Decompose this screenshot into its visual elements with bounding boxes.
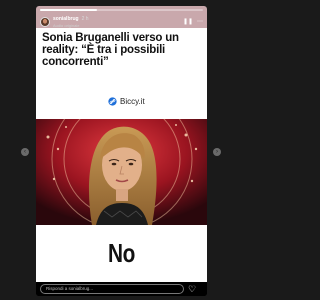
username[interactable]: sonialbrug [53,16,79,22]
article-photo [36,119,207,225]
brand-name: Biccy.it [120,97,145,106]
brand-logo[interactable]: Biccy.it [108,97,145,106]
story-time: 2 h [81,16,89,22]
avatar[interactable] [40,17,50,27]
previous-story-button[interactable]: ‹ [21,148,29,156]
user-meta: sonialbrug 2 h Audio originale [53,16,89,28]
more-options-icon[interactable]: ⋯ [197,19,203,25]
link-icon [108,97,117,106]
heart-icon[interactable]: ♡ [188,283,196,295]
header-icons: ❚❚ ⋯ [183,19,203,25]
story-progress-fill [40,9,98,11]
caption-text: No [108,238,135,268]
user-line: sonialbrug 2 h [53,16,89,22]
reply-bar: Rispondi a sonialbrug... ♡ [36,282,207,296]
audio-label[interactable]: Audio originale [53,23,89,28]
story-viewer: sonialbrug 2 h Audio originale ❚❚ ⋯ Soni… [36,6,207,296]
article-card: Sonia Bruganelli verso un reality: “È tr… [36,28,207,119]
pause-icon[interactable]: ❚❚ [183,19,193,25]
story-header: sonialbrug 2 h Audio originale ❚❚ ⋯ [40,14,203,30]
story-progress-bar [40,9,203,11]
portrait-image [36,119,207,225]
reply-input[interactable]: Rispondi a sonialbrug... [40,284,184,294]
next-story-button[interactable]: › [213,148,221,156]
article-headline: Sonia Bruganelli verso un reality: “È tr… [42,32,179,68]
